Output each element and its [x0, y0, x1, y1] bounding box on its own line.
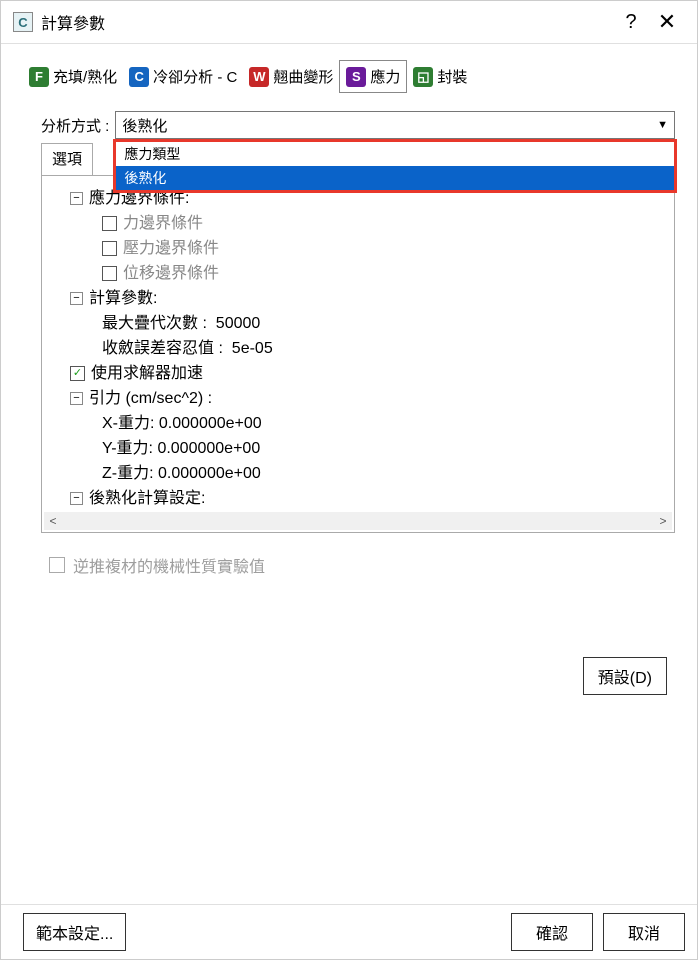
tree-item-gy[interactable]: Y-重力: 0.000000e+00 — [102, 436, 666, 461]
checkbox-icon[interactable] — [102, 266, 117, 281]
help-button[interactable]: ? — [613, 11, 649, 34]
toggle-icon[interactable]: − — [70, 492, 83, 505]
tree-item-tolerance[interactable]: 收斂誤差容忍值 : 5e-05 — [102, 336, 666, 361]
tree-item-displacement-bc[interactable]: 位移邊界條件 — [102, 261, 666, 286]
tab-bar: F 充填/熟化 C 冷卻分析 - C W 翹曲變形 S 應力 ◱ 封裝 — [23, 60, 675, 93]
dropdown-option-stress-type[interactable]: 應力類型 — [116, 142, 674, 166]
panel-area: 選項 − 應力邊界條件: 力邊界條件 壓力邊界條件 位移邊界條件 — [41, 139, 675, 533]
cancel-button[interactable]: 取消 — [603, 913, 685, 951]
app-icon: C — [13, 12, 33, 32]
footer: 範本設定... 確認 取消 — [1, 904, 697, 959]
tree-item-force-bc[interactable]: 力邊界條件 — [102, 211, 666, 236]
tree-item-pressure-bc[interactable]: 壓力邊界條件 — [102, 236, 666, 261]
default-button[interactable]: 預設(D) — [583, 657, 667, 695]
content-area: F 充填/熟化 C 冷卻分析 - C W 翹曲變形 S 應力 ◱ 封裝 分析方式… — [1, 44, 697, 904]
tree-item-gx[interactable]: X-重力: 0.000000e+00 — [102, 411, 666, 436]
titlebar: C 計算參數 ? ✕ — [1, 1, 697, 44]
tree-gravity: − 引力 (cm/sec^2) : — [70, 386, 666, 411]
tree-postcure: − 後熟化計算設定: — [70, 486, 666, 511]
tab-fill-cure[interactable]: F 充填/熟化 — [23, 60, 123, 93]
tree-calc: − 計算參數: — [70, 286, 666, 311]
tree-item-max-iter[interactable]: 最大疊代次數 : 50000 — [102, 311, 666, 336]
tab-package[interactable]: ◱ 封裝 — [407, 60, 473, 93]
scroll-track[interactable] — [62, 513, 654, 529]
tab-icon-c: C — [129, 67, 149, 87]
checkbox-checked-icon[interactable]: ✓ — [70, 366, 85, 381]
scroll-left-icon[interactable]: < — [44, 513, 62, 529]
toggle-icon[interactable]: − — [70, 392, 83, 405]
tab-icon-p: ◱ — [413, 67, 433, 87]
tree-item-solver-accel[interactable]: ✓ 使用求解器加速 — [70, 361, 666, 386]
chevron-down-icon: ▼ — [657, 119, 668, 131]
horizontal-scrollbar[interactable]: < > — [44, 512, 672, 530]
checkbox-icon[interactable] — [102, 216, 117, 231]
close-button[interactable]: ✕ — [649, 9, 685, 35]
analysis-value: 後熟化 — [122, 115, 167, 136]
dialog-window: C 計算參數 ? ✕ F 充填/熟化 C 冷卻分析 - C W 翹曲變形 S 應… — [0, 0, 698, 960]
ok-button[interactable]: 確認 — [511, 913, 593, 951]
experiment-checkbox-row: 逆推複材的機械性質實驗值 — [49, 553, 675, 577]
dropdown-option-postcure[interactable]: 後熟化 — [116, 166, 674, 190]
toggle-icon[interactable]: − — [70, 192, 83, 205]
analysis-label: 分析方式 : — [41, 115, 109, 136]
tab-cooling[interactable]: C 冷卻分析 - C — [123, 60, 243, 93]
scroll-right-icon[interactable]: > — [654, 513, 672, 529]
checkbox-icon[interactable] — [102, 241, 117, 256]
experiment-checkbox-label: 逆推複材的機械性質實驗值 — [73, 553, 265, 577]
checkbox-icon — [49, 557, 65, 573]
analysis-select[interactable]: 後熟化 ▼ 應力類型 後熟化 — [115, 111, 675, 139]
window-title: 計算參數 — [41, 10, 613, 34]
analysis-row: 分析方式 : 後熟化 ▼ 應力類型 後熟化 — [23, 111, 675, 139]
tree-item-gz[interactable]: Z-重力: 0.000000e+00 — [102, 461, 666, 486]
tab-icon-f: F — [29, 67, 49, 87]
tab-icon-w: W — [249, 67, 269, 87]
tab-warpage[interactable]: W 翹曲變形 — [243, 60, 339, 93]
tab-stress[interactable]: S 應力 — [339, 60, 407, 93]
default-row: 預設(D) — [23, 657, 667, 695]
tree-panel: − 應力邊界條件: 力邊界條件 壓力邊界條件 位移邊界條件 − 計算 — [41, 175, 675, 533]
analysis-dropdown: 應力類型 後熟化 — [113, 139, 677, 193]
tab-icon-s: S — [346, 67, 366, 87]
template-button[interactable]: 範本設定... — [23, 913, 126, 951]
toggle-icon[interactable]: − — [70, 292, 83, 305]
